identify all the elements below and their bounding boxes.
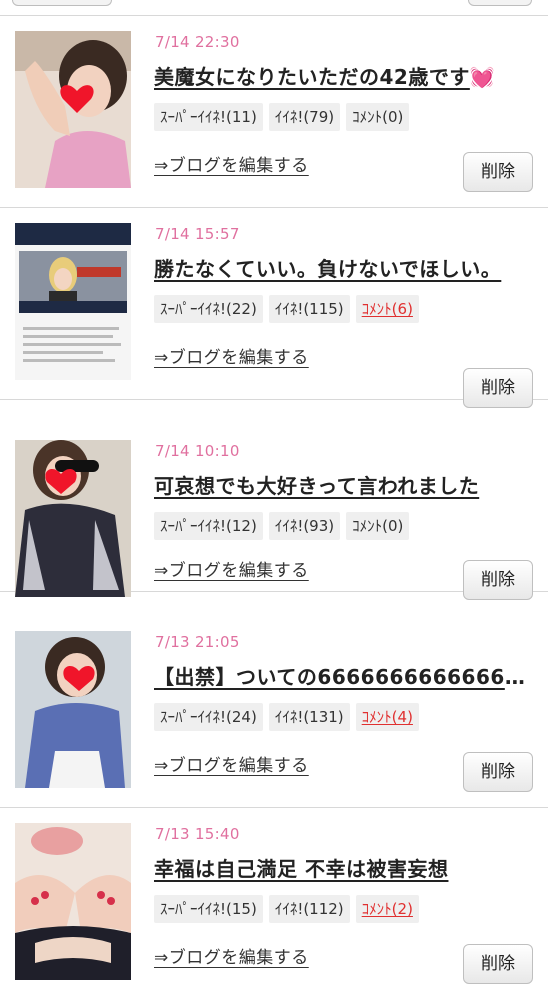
post-date: 7/13 15:40 (155, 825, 240, 843)
like-count[interactable]: ｲｲﾈ!(79) (268, 103, 341, 131)
top-right-button-fragment[interactable] (468, 0, 532, 6)
comment-count[interactable]: ｺﾒﾝﾄ(6) (355, 295, 419, 323)
photo-image (15, 31, 131, 188)
photo-image (15, 823, 131, 980)
reaction-tags: ｽｰﾊﾟｰｲｲﾈ!(12) ｲｲﾈ!(93) ｺﾒﾝﾄ(0) (154, 512, 410, 540)
photo-image (15, 440, 131, 597)
like-count[interactable]: ｲｲﾈ!(93) (268, 512, 341, 540)
top-bar-fragment (0, 0, 548, 16)
delete-button[interactable]: 削除 (463, 944, 533, 984)
sparkling-heart-icon: 💓 (469, 65, 496, 89)
edit-blog-link[interactable]: ⇒ブログを編集する (154, 343, 309, 368)
blog-post-item: 7/14 10:10 可哀想でも大好きって言われました ｽｰﾊﾟｰｲｲﾈ!(12… (0, 400, 548, 600)
comment-count[interactable]: ｺﾒﾝﾄ(4) (355, 703, 419, 731)
edit-blog-link[interactable]: ⇒ブログを編集する (154, 751, 309, 776)
edit-blog-link[interactable]: ⇒ブログを編集する (154, 151, 309, 176)
edit-blog-link[interactable]: ⇒ブログを編集する (154, 943, 309, 968)
post-thumbnail[interactable] (15, 223, 131, 380)
like-count[interactable]: ｲｲﾈ!(112) (268, 895, 350, 923)
post-thumbnail[interactable] (15, 440, 131, 597)
super-like-count[interactable]: ｽｰﾊﾟｰｲｲﾈ!(24) (154, 703, 263, 731)
top-left-control-fragment[interactable] (12, 0, 112, 6)
blog-post-item: 7/13 15:40 幸福は自己満足 不幸は被害妄想 ｽｰﾊﾟｰｲｲﾈ!(15)… (0, 808, 548, 1000)
reaction-tags: ｽｰﾊﾟｰｲｲﾈ!(15) ｲｲﾈ!(112) ｺﾒﾝﾄ(2) (154, 895, 419, 923)
blog-post-item: 7/13 21:05 【出禁】ついての6666666666666666… ｽｰﾊ… (0, 616, 548, 808)
delete-button[interactable]: 削除 (463, 560, 533, 600)
comment-count[interactable]: ｺﾒﾝﾄ(0) (346, 103, 410, 131)
photo-image (15, 631, 131, 788)
super-like-count[interactable]: ｽｰﾊﾟｰｲｲﾈ!(22) (154, 295, 263, 323)
post-title-link[interactable]: 勝たなくていい。負けないでほしい。 (154, 253, 532, 282)
super-like-count[interactable]: ｽｰﾊﾟｰｲｲﾈ!(15) (154, 895, 263, 923)
post-thumbnail[interactable] (15, 31, 131, 188)
edit-blog-link[interactable]: ⇒ブログを編集する (154, 556, 309, 581)
post-thumbnail[interactable] (15, 823, 131, 980)
like-count[interactable]: ｲｲﾈ!(115) (268, 295, 350, 323)
post-date: 7/14 22:30 (155, 33, 240, 51)
reaction-tags: ｽｰﾊﾟｰｲｲﾈ!(11) ｲｲﾈ!(79) ｺﾒﾝﾄ(0) (154, 103, 410, 131)
blog-post-item: 7/14 22:30 美魔女になりたいただの42歳です💓 ｽｰﾊﾟｰｲｲﾈ!(1… (0, 16, 548, 208)
post-title-text: 美魔女になりたいただの42歳です (154, 65, 470, 89)
post-title-link[interactable]: 【出禁】ついての6666666666666666… (154, 661, 532, 690)
post-title-link[interactable]: 美魔女になりたいただの42歳です💓 (154, 61, 532, 90)
post-date: 7/14 10:10 (155, 442, 240, 460)
post-date: 7/13 21:05 (155, 633, 240, 651)
super-like-count[interactable]: ｽｰﾊﾟｰｲｲﾈ!(11) (154, 103, 263, 131)
post-title-link[interactable]: 可哀想でも大好きって言われました (154, 470, 532, 499)
post-title-link[interactable]: 幸福は自己満足 不幸は被害妄想 (154, 853, 532, 882)
delete-button[interactable]: 削除 (463, 752, 533, 792)
delete-button[interactable]: 削除 (463, 152, 533, 192)
article-screenshot-image (15, 223, 131, 380)
super-like-count[interactable]: ｽｰﾊﾟｰｲｲﾈ!(12) (154, 512, 263, 540)
blog-post-item: 7/14 15:57 勝たなくていい。負けないでほしい。 ｽｰﾊﾟｰｲｲﾈ!(2… (0, 208, 548, 408)
reaction-tags: ｽｰﾊﾟｰｲｲﾈ!(22) ｲｲﾈ!(115) ｺﾒﾝﾄ(6) (154, 295, 419, 323)
post-thumbnail[interactable] (15, 631, 131, 788)
post-date: 7/14 15:57 (155, 225, 240, 243)
comment-count[interactable]: ｺﾒﾝﾄ(0) (346, 512, 410, 540)
comment-count[interactable]: ｺﾒﾝﾄ(2) (355, 895, 419, 923)
reaction-tags: ｽｰﾊﾟｰｲｲﾈ!(24) ｲｲﾈ!(131) ｺﾒﾝﾄ(4) (154, 703, 419, 731)
like-count[interactable]: ｲｲﾈ!(131) (268, 703, 350, 731)
